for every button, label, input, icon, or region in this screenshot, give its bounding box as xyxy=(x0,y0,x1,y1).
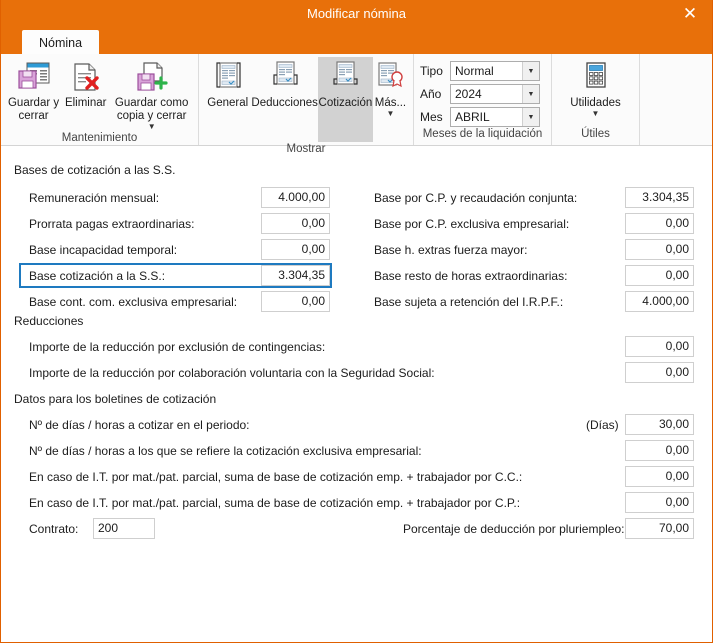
ribbon-group-label-meses: Meses de la liquidación xyxy=(414,127,551,145)
pluriempleo-input[interactable]: 70,00 xyxy=(625,518,694,539)
prorrata-pagas-input[interactable]: 0,00 xyxy=(261,213,330,234)
base-resto-horas-input[interactable]: 0,00 xyxy=(625,265,694,286)
form-deductions-icon xyxy=(270,60,300,94)
deducciones-label: Deducciones xyxy=(251,97,317,110)
dias-exclusiva-label: Nº de días / horas a los que se refiere … xyxy=(29,444,422,458)
it-parcial-cc-input[interactable]: 0,00 xyxy=(625,466,694,487)
tipo-value: Normal xyxy=(451,64,522,78)
it-parcial-cp-label: En caso de I.T. por mat./pat. parcial, s… xyxy=(29,496,520,510)
dias-exclusiva-input[interactable]: 0,00 xyxy=(625,440,694,461)
remuneracion-mensual-input[interactable]: 4.000,00 xyxy=(261,187,330,208)
remuneracion-mensual-label: Remuneración mensual: xyxy=(29,191,159,205)
delete-document-icon xyxy=(70,60,102,94)
deducciones-button[interactable]: Deducciones xyxy=(251,57,317,110)
dias-unit-label: (Días) xyxy=(586,418,619,432)
contrato-input[interactable]: 200 xyxy=(93,518,155,539)
mas-button[interactable]: Más... ▼ xyxy=(373,57,408,118)
ano-label: Año xyxy=(420,87,450,101)
base-h-extras-input[interactable]: 0,00 xyxy=(625,239,694,260)
tipo-select[interactable]: Normal ▼ xyxy=(450,61,540,81)
mes-row: Mes ABRIL ▼ xyxy=(420,107,545,127)
reduccion-colaboracion-label: Importe de la reducción por colaboración… xyxy=(29,366,435,380)
mes-label: Mes xyxy=(420,110,450,124)
calculator-icon xyxy=(582,60,610,94)
mes-select[interactable]: ABRIL ▼ xyxy=(450,107,540,127)
section-title-bases: Bases de cotización a las S.S. xyxy=(14,163,175,177)
chevron-down-icon[interactable]: ▼ xyxy=(522,108,539,126)
ribbon-group-label-mantenimiento: Mantenimiento xyxy=(1,131,198,146)
guardar-y-cerrar-button[interactable]: Guardar y cerrar xyxy=(6,57,61,123)
prorrata-pagas-label: Prorrata pagas extraordinarias: xyxy=(29,217,194,231)
close-icon[interactable]: ✕ xyxy=(668,0,712,28)
save-as-copy-icon xyxy=(135,60,169,94)
base-incapacidad-input[interactable]: 0,00 xyxy=(261,239,330,260)
tab-strip: Nómina xyxy=(1,28,712,54)
it-parcial-cc-label: En caso de I.T. por mat./pat. parcial, s… xyxy=(29,470,522,484)
ribbon-group-utiles: Utilidades ▼ Útiles xyxy=(551,54,639,145)
base-incapacidad-label: Base incapacidad temporal: xyxy=(29,243,177,257)
section-title-reducciones: Reducciones xyxy=(14,314,83,328)
base-cotizacion-ss-input[interactable]: 3.304,35 xyxy=(261,265,330,286)
section-title-boletines: Datos para los boletines de cotización xyxy=(14,392,216,406)
base-resto-horas-label: Base resto de horas extraordinarias: xyxy=(374,269,567,283)
reduccion-exclusion-label: Importe de la reducción por exclusión de… xyxy=(29,340,325,354)
chevron-down-icon[interactable]: ▼ xyxy=(522,62,539,80)
tipo-label: Tipo xyxy=(420,64,450,78)
tab-nomina[interactable]: Nómina xyxy=(22,30,99,56)
base-cp-recaudacion-label: Base por C.P. y recaudación conjunta: xyxy=(374,191,577,205)
ano-select[interactable]: 2024 ▼ xyxy=(450,84,540,104)
ano-value: 2024 xyxy=(451,87,522,101)
contrato-label: Contrato: xyxy=(29,522,78,536)
form-body: Bases de cotización a las S.S. Remunerac… xyxy=(1,146,712,642)
guardar-como-copia-button[interactable]: Guardar como copia y cerrar ▼ xyxy=(110,57,193,131)
mes-value: ABRIL xyxy=(451,110,522,124)
guardar-y-cerrar-label: Guardar y cerrar xyxy=(6,97,61,123)
it-parcial-cp-input[interactable]: 0,00 xyxy=(625,492,694,513)
chevron-down-icon[interactable]: ▼ xyxy=(522,85,539,103)
ribbon-group-mostrar: General xyxy=(198,54,413,145)
chevron-down-icon[interactable]: ▼ xyxy=(386,110,394,118)
dias-cotizar-label: Nº de días / horas a cotizar en el perio… xyxy=(29,418,250,432)
cotizacion-button[interactable]: Cotización xyxy=(318,57,373,142)
modificar-nomina-window: Modificar nómina ✕ Nómina xyxy=(0,0,713,643)
base-cotizacion-ss-label: Base cotización a la S.S.: xyxy=(29,269,165,283)
base-cp-recaudacion-input[interactable]: 3.304,35 xyxy=(625,187,694,208)
ano-row: Año 2024 ▼ xyxy=(420,84,545,104)
chevron-down-icon[interactable]: ▼ xyxy=(592,110,600,118)
reduccion-colaboracion-input[interactable]: 0,00 xyxy=(625,362,694,383)
base-irpf-input[interactable]: 4.000,00 xyxy=(625,291,694,312)
window-title: Modificar nómina xyxy=(1,0,712,28)
ribbon-group-label-utiles: Útiles xyxy=(552,127,639,145)
base-irpf-label: Base sujeta a retención del I.R.P.F.: xyxy=(374,295,563,309)
general-label: General xyxy=(204,97,251,110)
save-close-icon xyxy=(17,60,51,94)
base-cont-com-input[interactable]: 0,00 xyxy=(261,291,330,312)
cotizacion-label: Cotización xyxy=(318,97,373,110)
eliminar-label: Eliminar xyxy=(61,97,110,110)
utilidades-button[interactable]: Utilidades ▼ xyxy=(557,57,634,118)
base-cont-com-label: Base cont. com. exclusiva empresarial: xyxy=(29,295,237,309)
form-contribution-icon xyxy=(330,60,360,94)
general-button[interactable]: General xyxy=(204,57,251,110)
reduccion-exclusion-input[interactable]: 0,00 xyxy=(625,336,694,357)
ribbon-group-empty xyxy=(639,54,712,145)
ribbon: Guardar y cerrar xyxy=(1,54,712,146)
dias-cotizar-input[interactable]: 30,00 xyxy=(625,414,694,435)
pluriempleo-label: Porcentaje de deducción por pluriempleo: xyxy=(403,522,624,536)
ribbon-group-meses: Tipo Normal ▼ Año 2024 ▼ Mes xyxy=(413,54,551,145)
base-cp-exclusiva-label: Base por C.P. exclusiva empresarial: xyxy=(374,217,569,231)
form-general-icon xyxy=(213,60,243,94)
base-cp-exclusiva-input[interactable]: 0,00 xyxy=(625,213,694,234)
eliminar-button[interactable]: Eliminar xyxy=(61,57,110,110)
guardar-como-copia-label: Guardar como copia y cerrar xyxy=(110,97,193,123)
base-h-extras-label: Base h. extras fuerza mayor: xyxy=(374,243,527,257)
title-bar: Modificar nómina ✕ xyxy=(1,0,712,28)
ribbon-group-mantenimiento: Guardar y cerrar xyxy=(1,54,198,145)
tipo-row: Tipo Normal ▼ xyxy=(420,61,545,81)
chevron-down-icon[interactable]: ▼ xyxy=(148,123,156,131)
form-more-icon xyxy=(375,60,405,94)
